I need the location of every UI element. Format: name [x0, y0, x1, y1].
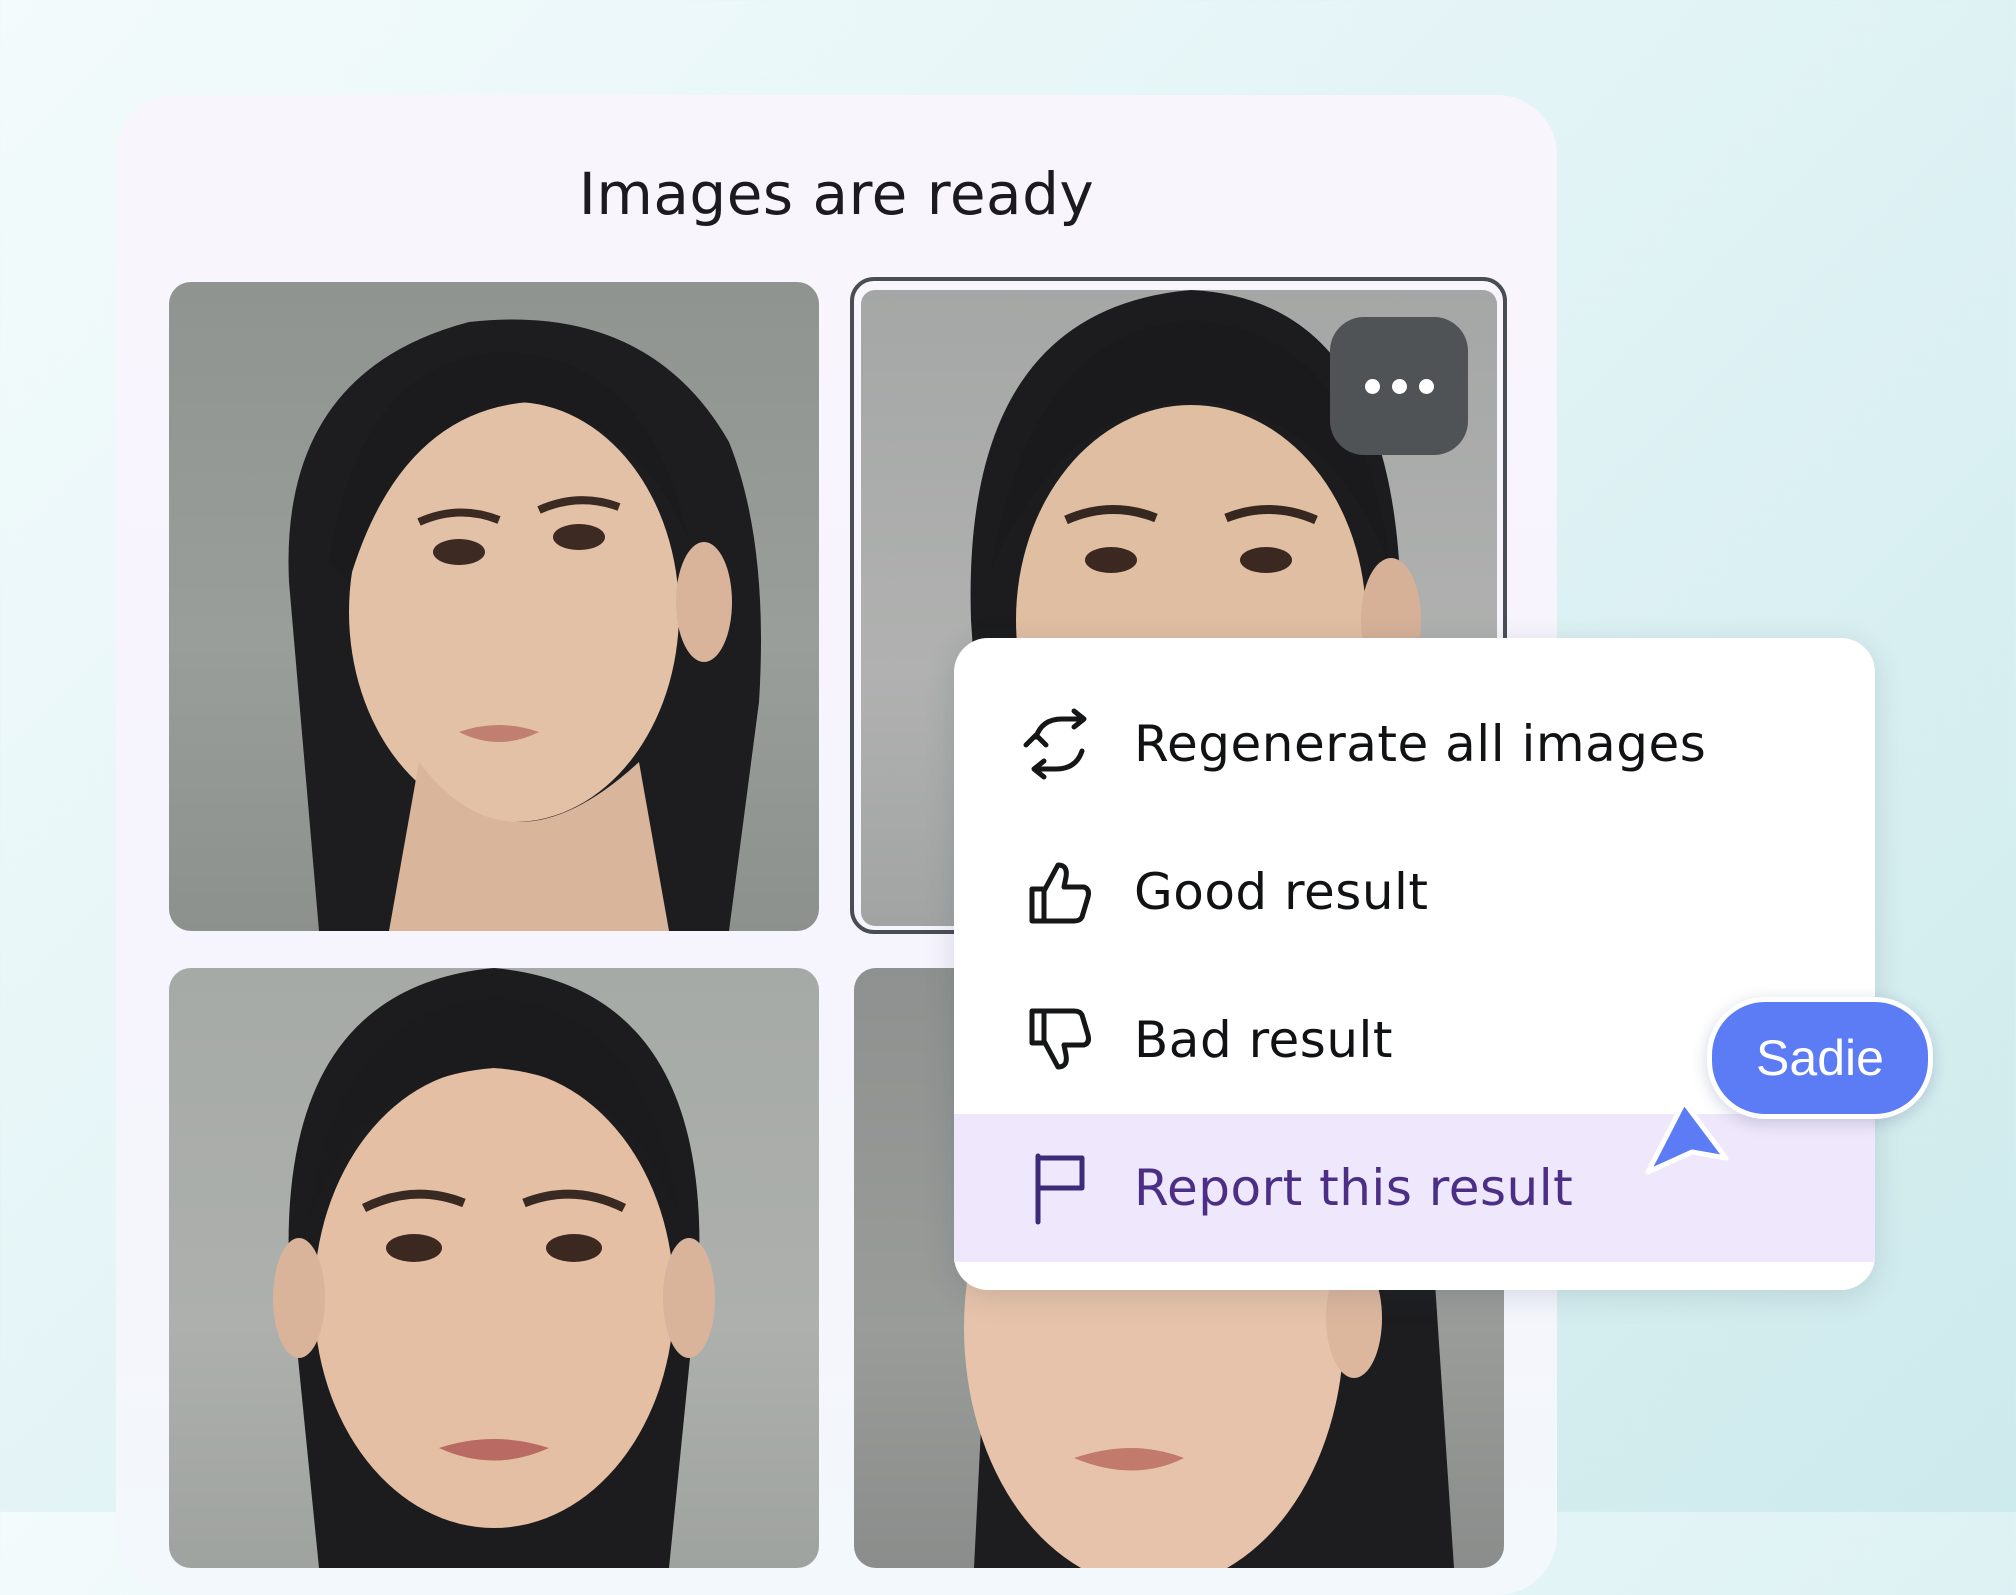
portrait-image [288, 319, 761, 931]
menu-item-label: Report this result [1134, 1159, 1574, 1217]
thumbs-up-icon [1020, 853, 1098, 931]
collaborator-cursor-icon [1645, 1099, 1729, 1175]
more-options-button[interactable] [1330, 317, 1468, 455]
menu-item-label: Regenerate all images [1134, 715, 1707, 773]
menu-item-good-result[interactable]: Good result [954, 818, 1875, 966]
menu-item-label: Good result [1134, 863, 1429, 921]
menu-item-report[interactable]: Report this result [954, 1114, 1875, 1262]
regenerate-icon [1020, 705, 1098, 783]
more-horizontal-icon [1364, 378, 1380, 394]
menu-item-label: Bad result [1134, 1011, 1394, 1069]
collaborator-name-tag: Sadie [1707, 997, 1933, 1119]
panel-title: Images are ready [578, 160, 1095, 228]
more-dot [1418, 378, 1434, 394]
menu-item-regenerate[interactable]: Regenerate all images [954, 670, 1875, 818]
generated-image-3[interactable] [169, 968, 819, 1568]
portrait-image [273, 968, 715, 1568]
more-dot [1391, 378, 1407, 394]
thumbs-down-icon [1020, 1001, 1098, 1079]
generated-image-1[interactable] [169, 282, 819, 931]
flag-icon [1020, 1149, 1098, 1227]
